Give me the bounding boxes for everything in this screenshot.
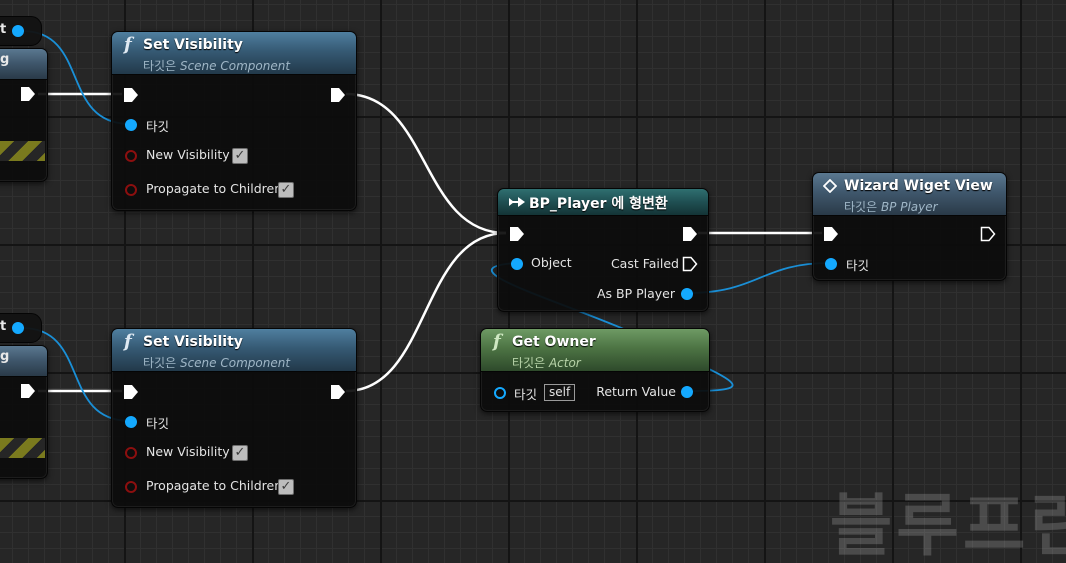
cast-node-title: BP_Player 에 형변환 [529, 196, 668, 212]
wizard-view-target-pin[interactable] [825, 258, 837, 270]
left-partial-pill-bottom-label: t [0, 319, 7, 334]
set-visibility-node-1[interactable]: f Set Visibility 타깃은 Scene Component 타깃 … [111, 31, 357, 211]
set-visibility-node-2[interactable]: f Set Visibility 타깃은 Scene Component 타깃 … [111, 328, 357, 508]
set-visibility-1-title: Set Visibility [143, 37, 243, 53]
set-visibility-1-target-prefix: 타깃은 [143, 59, 177, 73]
set-visibility-2-target-prefix: 타깃은 [143, 356, 177, 370]
function-icon: f [124, 331, 132, 352]
cast-node-cast-failed-label: Cast Failed [610, 256, 679, 271]
set-visibility-2-target-pin[interactable] [125, 416, 137, 428]
set-visibility-1-new-visibility-checkbox[interactable]: ✓ [232, 148, 248, 164]
blueprint-graph-canvas[interactable]: t g t g f Set Visibility 타깃은 Scene Compo… [0, 0, 1066, 563]
set-visibility-1-target-pin[interactable] [125, 119, 137, 131]
set-visibility-1-new-visibility-label: New Visibility [146, 147, 230, 162]
get-owner-header: f Get Owner 타깃은 Actor [481, 329, 709, 372]
set-visibility-1-subtitle: 타깃은 Scene Component [143, 57, 290, 74]
get-owner-target-label: 타깃 [514, 387, 538, 402]
wizard-view-header: Wizard Wiget View 타깃은 BP Player [813, 173, 1006, 216]
cast-node-header: BP_Player 에 형변환 [498, 189, 708, 216]
wizard-view-target-label: 타깃 [846, 258, 870, 273]
wizard-view-exec-out-pin[interactable] [980, 226, 996, 242]
set-visibility-2-target-label: 타깃 [146, 416, 170, 431]
get-owner-title: Get Owner [512, 334, 596, 350]
get-owner-target-prefix: 타깃은 [512, 356, 546, 370]
left-partial-bottom-hazard-stripe [0, 438, 45, 458]
left-partial-node-bottom-title: g [0, 349, 10, 364]
wizard-wiget-view-node[interactable]: Wizard Wiget View 타깃은 BP Player 타깃 [812, 172, 1007, 281]
set-visibility-1-new-visibility-pin[interactable] [125, 150, 137, 162]
left-partial-node-top[interactable] [0, 48, 48, 182]
cast-node-as-bp-player-pin[interactable] [681, 288, 693, 300]
cast-node-cast-failed-pin[interactable] [682, 256, 698, 272]
set-visibility-2-exec-out-pin[interactable] [330, 384, 346, 400]
function-icon: f [124, 34, 132, 55]
set-visibility-2-subtitle: 타깃은 Scene Component [143, 354, 290, 371]
left-partial-top-exec-out-pin[interactable] [20, 86, 36, 102]
left-partial-top-output-pin[interactable] [12, 25, 24, 37]
set-visibility-2-title: Set Visibility [143, 334, 243, 350]
wizard-view-target-prefix: 타깃은 [844, 200, 878, 214]
get-owner-subtitle: 타깃은 Actor [512, 354, 581, 371]
wizard-view-title: Wizard Wiget View [844, 178, 993, 194]
set-visibility-2-propagate-checkbox[interactable]: ✓ [278, 479, 294, 495]
get-owner-target-pin[interactable] [494, 387, 506, 399]
set-visibility-1-header: f Set Visibility 타깃은 Scene Component [112, 32, 356, 75]
left-partial-top-hazard-stripe [0, 141, 45, 161]
get-owner-target-class: Actor [548, 356, 581, 370]
cast-to-bp-player-node[interactable]: BP_Player 에 형변환 Object Cast Failed As BP… [497, 188, 709, 312]
cast-node-exec-in-pin[interactable] [509, 226, 525, 242]
left-partial-bottom-output-pin[interactable] [12, 322, 24, 334]
left-partial-node-bottom[interactable] [0, 345, 48, 479]
set-visibility-2-propagate-pin[interactable] [125, 481, 137, 493]
watermark-text: 블루프린 [829, 487, 1066, 563]
set-visibility-2-new-visibility-label: New Visibility [146, 444, 230, 459]
set-visibility-2-exec-in-pin[interactable] [123, 384, 139, 400]
get-owner-return-value-pin[interactable] [681, 386, 693, 398]
get-owner-self-field[interactable]: self [544, 384, 576, 401]
wizard-view-exec-in-pin[interactable] [823, 226, 839, 242]
exec-wire-setvis1-to-cast[interactable] [345, 92, 507, 235]
cast-node-exec-out-pin[interactable] [682, 226, 698, 242]
set-visibility-1-target-class: Scene Component [179, 59, 291, 73]
get-owner-node[interactable]: f Get Owner 타깃은 Actor 타깃 self Return Val… [480, 328, 710, 412]
set-visibility-1-exec-in-pin[interactable] [123, 87, 139, 103]
wizard-view-target-class: BP Player [880, 200, 938, 214]
cast-icon [509, 197, 525, 207]
cast-node-as-bp-player-label: As BP Player [596, 286, 675, 301]
set-visibility-1-exec-out-pin[interactable] [330, 87, 346, 103]
set-visibility-2-propagate-label: Propagate to Children [146, 478, 283, 493]
cast-node-object-label: Object [531, 255, 572, 270]
get-owner-return-value-label: Return Value [596, 384, 676, 399]
set-visibility-1-target-label: 타깃 [146, 119, 170, 134]
set-visibility-2-header: f Set Visibility 타깃은 Scene Component [112, 329, 356, 372]
wizard-view-subtitle: 타깃은 BP Player [844, 198, 938, 215]
event-diamond-icon [823, 179, 837, 193]
left-partial-bottom-exec-out-pin[interactable] [20, 383, 36, 399]
set-visibility-1-propagate-pin[interactable] [125, 184, 137, 196]
set-visibility-2-new-visibility-checkbox[interactable]: ✓ [232, 445, 248, 461]
function-icon: f [493, 331, 501, 352]
set-visibility-1-propagate-label: Propagate to Children [146, 181, 283, 196]
left-partial-node-top-title: g [0, 52, 10, 67]
left-partial-pill-top-label: t [0, 22, 7, 37]
set-visibility-2-target-class: Scene Component [179, 356, 291, 370]
cast-node-object-pin[interactable] [511, 258, 523, 270]
set-visibility-1-propagate-checkbox[interactable]: ✓ [278, 182, 294, 198]
set-visibility-2-new-visibility-pin[interactable] [125, 447, 137, 459]
